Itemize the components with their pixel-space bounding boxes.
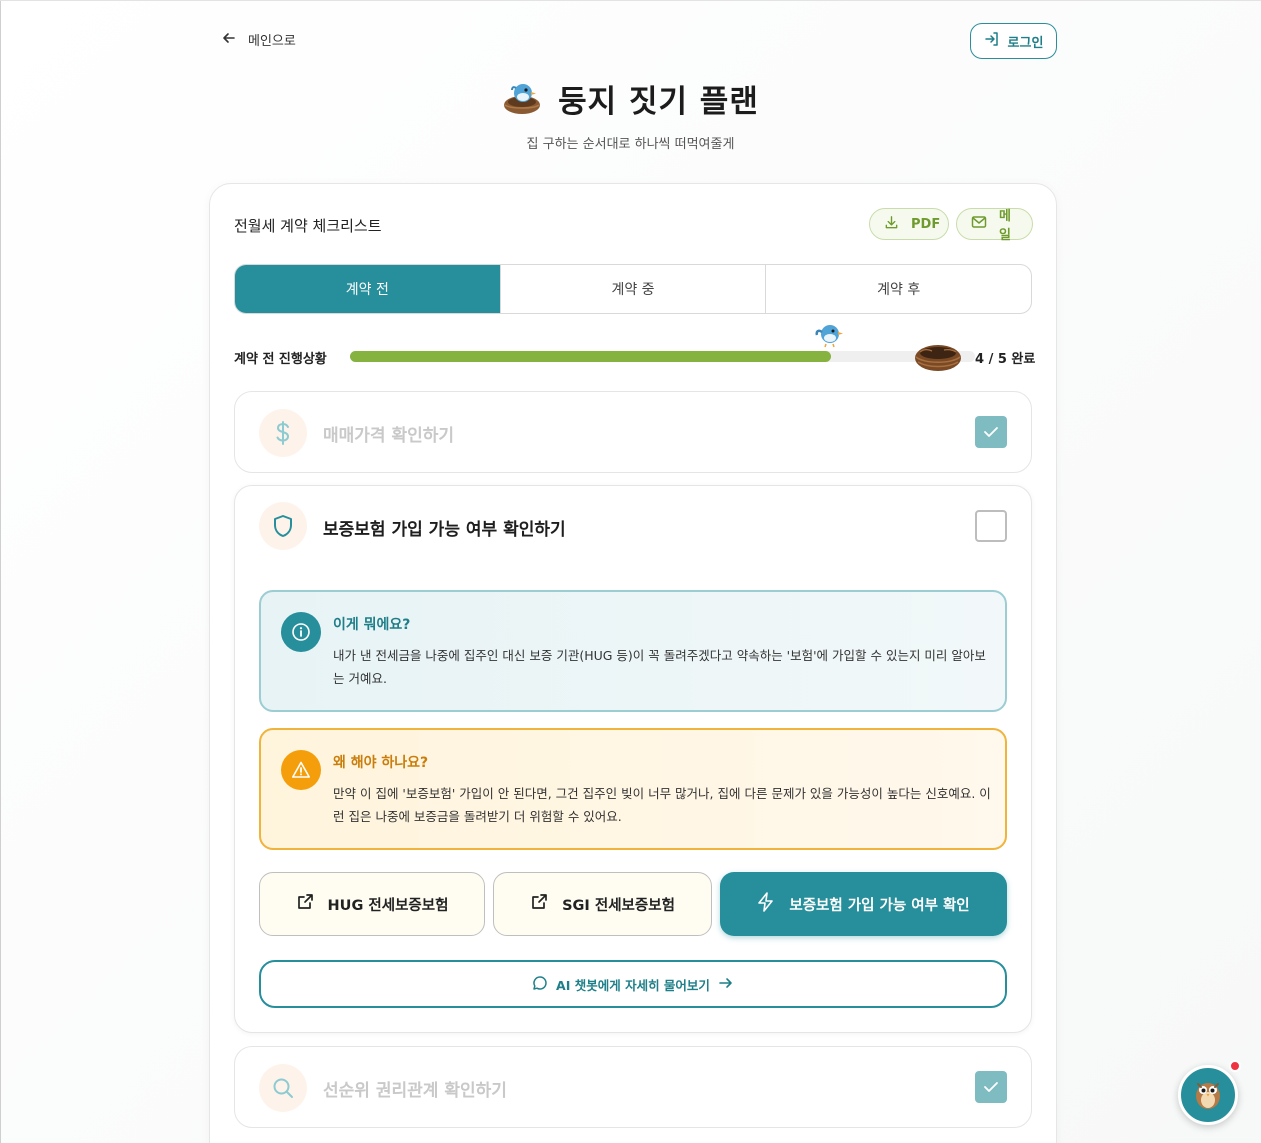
page-title: 둥지 짓기 플랜 <box>558 84 759 120</box>
bird-icon <box>815 319 847 353</box>
checklist-card: 전월세 계약 체크리스트 PDF 메일 계약 전 계약 중 계약 후 계약 전 … <box>209 183 1057 1143</box>
item-title: 선순위 권리관계 확인하기 <box>323 1081 507 1101</box>
notification-badge <box>1229 1060 1241 1072</box>
search-icon <box>259 1064 307 1112</box>
shield-icon <box>259 502 307 550</box>
chatbot-fab-button[interactable] <box>1178 1065 1238 1125</box>
progress-bar <box>350 351 975 362</box>
hug-insurance-link[interactable]: HUG 전세보증보험 <box>259 872 485 936</box>
back-link-label: 메인으로 <box>248 34 296 49</box>
warning-box: 왜 해야 하나요? 만약 이 집에 '보증보험' 가입이 안 된다면, 그건 집… <box>259 728 1007 850</box>
item-checkbox[interactable] <box>975 510 1007 542</box>
check-icon <box>983 423 999 442</box>
lightning-icon <box>757 892 775 916</box>
window-top-edge <box>0 0 1261 1</box>
warning-text: 만약 이 집에 '보증보험' 가입이 안 된다면, 그건 집주인 빚이 너무 많… <box>333 786 991 824</box>
mail-icon <box>971 215 987 233</box>
tab-after-contract[interactable]: 계약 후 <box>765 265 1031 313</box>
chat-bubble-icon <box>532 975 548 994</box>
item-checkbox[interactable] <box>975 1071 1007 1103</box>
pdf-label: PDF <box>911 216 941 232</box>
arrow-right-icon <box>718 976 734 993</box>
ask-ai-chatbot-button[interactable]: AI 챗봇에게 자세히 물어보기 <box>259 960 1007 1008</box>
back-to-main-link[interactable]: 메인으로 <box>222 30 296 49</box>
ask-ai-label: AI 챗봇에게 자세히 물어보기 <box>556 977 710 993</box>
info-title: 이게 뭐에요? <box>333 617 411 633</box>
external-link-icon <box>530 893 548 915</box>
sgi-insurance-link[interactable]: SGI 전세보증보험 <box>493 872 712 936</box>
progress-label: 계약 전 진행상황 <box>234 352 327 367</box>
page-subtitle: 집 구하는 순서대로 하나씩 떠먹여줄게 <box>526 137 735 152</box>
pdf-download-button[interactable]: PDF <box>869 208 949 240</box>
check-icon <box>983 1078 999 1097</box>
checklist-item-price-check[interactable]: 매매가격 확인하기 <box>234 391 1032 473</box>
check-insurance-label: 보증보험 가입 가능 여부 확인 <box>789 897 970 914</box>
warning-icon <box>281 750 321 790</box>
owl-mascot-icon <box>1189 1074 1227 1116</box>
checklist-item-guarantee-insurance: 보증보험 가입 가능 여부 확인하기 이게 뭐에요? 내가 낸 전세금을 나중에… <box>234 485 1032 1033</box>
item-title: 매매가격 확인하기 <box>323 426 455 446</box>
sgi-insurance-label: SGI 전세보증보험 <box>562 897 675 914</box>
nest-icon <box>914 338 962 378</box>
info-box: 이게 뭐에요? 내가 낸 전세금을 나중에 집주인 대신 보증 기관(HUG 등… <box>259 590 1007 712</box>
login-icon <box>984 31 1000 51</box>
checklist-item-priority-rights[interactable]: 선순위 권리관계 확인하기 <box>234 1046 1032 1128</box>
item-title[interactable]: 보증보험 가입 가능 여부 확인하기 <box>323 515 566 540</box>
tab-during-contract[interactable]: 계약 중 <box>499 265 766 313</box>
download-icon <box>884 215 899 234</box>
login-label: 로그인 <box>1007 35 1044 51</box>
progress-count: 4 / 5 완료 <box>975 352 1036 367</box>
hug-insurance-label: HUG 전세보증보험 <box>327 897 449 914</box>
external-link-icon <box>296 893 314 915</box>
checklist-title: 전월세 계약 체크리스트 <box>234 217 382 235</box>
mail-label: 메일 <box>999 209 1011 243</box>
tab-before-contract[interactable]: 계약 전 <box>235 265 500 313</box>
dollar-icon <box>259 409 307 457</box>
window-left-edge <box>0 0 1 1143</box>
login-button[interactable]: 로그인 <box>970 23 1057 59</box>
arrow-left-icon <box>222 30 236 49</box>
info-icon <box>281 612 321 652</box>
mail-send-button[interactable]: 메일 <box>956 208 1033 243</box>
progress-bar-fill <box>350 351 832 362</box>
phase-tabs: 계약 전 계약 중 계약 후 <box>234 264 1032 314</box>
item-checkbox[interactable] <box>975 416 1007 448</box>
warning-title: 왜 해야 하나요? <box>333 755 429 771</box>
bird-nest-logo-icon <box>502 78 542 120</box>
info-text: 내가 낸 전세금을 나중에 집주인 대신 보증 기관(HUG 등)이 꼭 돌려주… <box>333 648 986 686</box>
check-insurance-eligibility-button[interactable]: 보증보험 가입 가능 여부 확인 <box>720 872 1007 936</box>
